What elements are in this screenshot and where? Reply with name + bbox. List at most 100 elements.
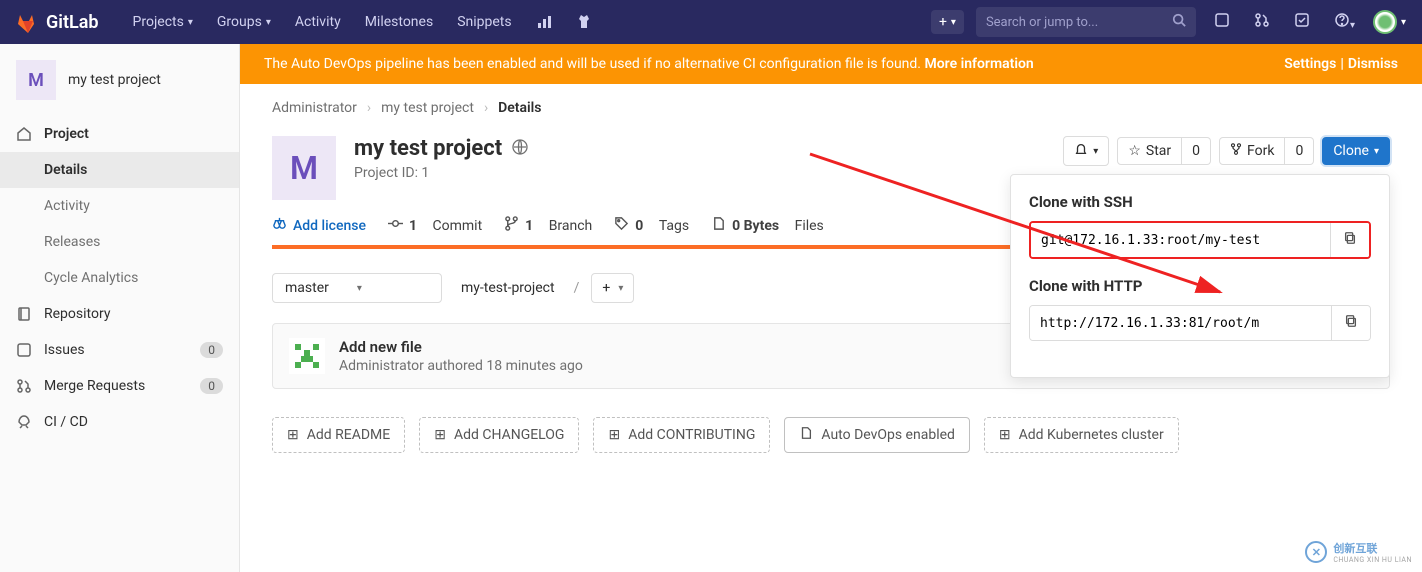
- branches-stat[interactable]: 1 Branch: [504, 216, 592, 235]
- commit-author-avatar: [289, 338, 325, 374]
- sidebar-item-repository[interactable]: Repository: [0, 296, 239, 332]
- commit-title[interactable]: Add new file: [339, 338, 583, 356]
- tag-icon: [614, 216, 629, 235]
- branch-icon: [504, 216, 519, 235]
- file-icon: [711, 216, 726, 235]
- sidebar-item-details[interactable]: Details: [0, 152, 239, 188]
- commit-icon: [388, 216, 403, 235]
- nav-activity[interactable]: Activity: [285, 4, 351, 40]
- add-readme-button[interactable]: ⊞Add README: [272, 417, 405, 453]
- sidebar-item-cicd[interactable]: CI / CD: [0, 404, 239, 440]
- branch-selector[interactable]: master ▾: [272, 273, 442, 303]
- gitlab-logo[interactable]: GitLab: [16, 10, 99, 34]
- path-root[interactable]: my-test-project: [454, 273, 562, 303]
- auto-devops-alert: The Auto DevOps pipeline has been enable…: [240, 44, 1422, 84]
- star-icon: ☆: [1128, 143, 1141, 159]
- merge-requests-icon[interactable]: [1248, 6, 1276, 38]
- topbar: GitLab Projects▾ Groups▾ Activity Milest…: [0, 0, 1422, 44]
- plus-icon: +: [939, 14, 947, 30]
- clone-http-title: Clone with HTTP: [1029, 277, 1371, 295]
- clone-ssh-field: [1029, 221, 1371, 259]
- breadcrumb-project[interactable]: my test project: [381, 100, 474, 116]
- nav-snippets[interactable]: Snippets: [447, 4, 521, 40]
- add-to-tree-dropdown[interactable]: +▾: [591, 273, 634, 303]
- alert-message: The Auto DevOps pipeline has been enable…: [264, 56, 924, 72]
- add-k8s-button[interactable]: ⊞Add Kubernetes cluster: [984, 417, 1179, 453]
- plus-square-icon: ⊞: [608, 427, 620, 443]
- sidebar-item-cycle-analytics[interactable]: Cycle Analytics: [0, 260, 239, 296]
- project-avatar-small: M: [16, 60, 56, 100]
- fork-button-group: Fork 0: [1219, 137, 1314, 165]
- sidebar-project-name: my test project: [68, 72, 161, 88]
- nav-analytics-icon[interactable]: [526, 4, 562, 40]
- notification-dropdown[interactable]: ▾: [1063, 136, 1109, 166]
- tags-stat[interactable]: 0 Tags: [614, 216, 689, 235]
- clone-ssh-input[interactable]: [1031, 223, 1330, 257]
- search-box[interactable]: [976, 7, 1196, 37]
- sidebar: M my test project Project Details Activi…: [0, 44, 240, 572]
- user-avatar: [1373, 10, 1397, 34]
- add-changelog-button[interactable]: ⊞Add CHANGELOG: [419, 417, 579, 453]
- sidebar-item-merge-requests[interactable]: Merge Requests 0: [0, 368, 239, 404]
- sidebar-item-project[interactable]: Project: [0, 116, 239, 152]
- sidebar-item-releases[interactable]: Releases: [0, 224, 239, 260]
- fork-count[interactable]: 0: [1285, 137, 1314, 165]
- clone-panel: Clone with SSH Clone with HTTP: [1010, 174, 1390, 378]
- sidebar-project-header[interactable]: M my test project: [0, 44, 239, 116]
- user-menu[interactable]: ▾: [1373, 10, 1406, 34]
- clone-http-field: [1029, 305, 1371, 341]
- issues-count-badge: 0: [200, 342, 223, 358]
- nav-admin-icon[interactable]: [566, 4, 602, 40]
- new-dropdown[interactable]: +▾: [931, 10, 964, 34]
- project-suggestions: ⊞Add README ⊞Add CHANGELOG ⊞Add CONTRIBU…: [272, 417, 1390, 453]
- rocket-icon: [16, 414, 32, 430]
- breadcrumb: Administrator › my test project › Detail…: [272, 100, 1390, 116]
- add-contributing-button[interactable]: ⊞Add CONTRIBUTING: [593, 417, 770, 453]
- breadcrumb-current: Details: [498, 100, 541, 116]
- help-icon[interactable]: ▾: [1328, 6, 1361, 38]
- watermark-logo: ✕: [1305, 541, 1327, 563]
- plus-square-icon: ⊞: [287, 427, 299, 443]
- commit-subtitle: Administrator authored 18 minutes ago: [339, 358, 583, 374]
- fork-button[interactable]: Fork: [1219, 137, 1285, 165]
- clone-dropdown-button[interactable]: Clone▾: [1322, 137, 1390, 165]
- nav-projects[interactable]: Projects▾: [123, 4, 203, 40]
- chevron-down-icon: ▾: [618, 283, 623, 294]
- search-input[interactable]: [986, 15, 1172, 30]
- issues-icon[interactable]: [1208, 6, 1236, 38]
- copy-http-button[interactable]: [1331, 306, 1370, 340]
- chevron-down-icon: ▾: [951, 17, 956, 28]
- project-avatar: M: [272, 136, 336, 200]
- nav-milestones[interactable]: Milestones: [355, 4, 444, 40]
- files-stat[interactable]: 0 Bytes Files: [711, 216, 824, 235]
- todos-icon[interactable]: [1288, 6, 1316, 38]
- alert-settings-link[interactable]: Settings: [1284, 56, 1336, 72]
- chevron-down-icon: ▾: [357, 283, 362, 294]
- bell-icon: [1074, 142, 1088, 160]
- breadcrumb-sep: ›: [484, 100, 488, 116]
- sidebar-item-activity[interactable]: Activity: [0, 188, 239, 224]
- auto-devops-button[interactable]: Auto DevOps enabled: [784, 417, 970, 453]
- copy-ssh-button[interactable]: [1330, 223, 1369, 257]
- sidebar-item-issues[interactable]: Issues 0: [0, 332, 239, 368]
- commits-stat[interactable]: 1 Commit: [388, 216, 482, 235]
- plus-square-icon: ⊞: [999, 427, 1011, 443]
- plus-icon: +: [602, 280, 610, 296]
- star-button[interactable]: ☆Star: [1117, 137, 1182, 165]
- copy-icon: [1343, 231, 1357, 249]
- chevron-down-icon: ▾: [266, 17, 271, 28]
- breadcrumb-admin[interactable]: Administrator: [272, 100, 357, 116]
- issues-icon: [16, 342, 32, 358]
- merge-request-icon: [16, 378, 32, 394]
- alert-more-link[interactable]: More information: [924, 56, 1033, 72]
- nav-groups[interactable]: Groups▾: [207, 4, 281, 40]
- add-license-link[interactable]: Add license: [272, 216, 366, 235]
- star-count[interactable]: 0: [1182, 137, 1211, 165]
- clone-ssh-title: Clone with SSH: [1029, 193, 1371, 211]
- path-sep: /: [574, 280, 580, 296]
- star-button-group: ☆Star 0: [1117, 137, 1211, 165]
- chevron-down-icon: ▾: [1401, 17, 1406, 28]
- repository-icon: [16, 306, 32, 322]
- clone-http-input[interactable]: [1030, 306, 1331, 340]
- alert-dismiss-link[interactable]: Dismiss: [1348, 56, 1398, 72]
